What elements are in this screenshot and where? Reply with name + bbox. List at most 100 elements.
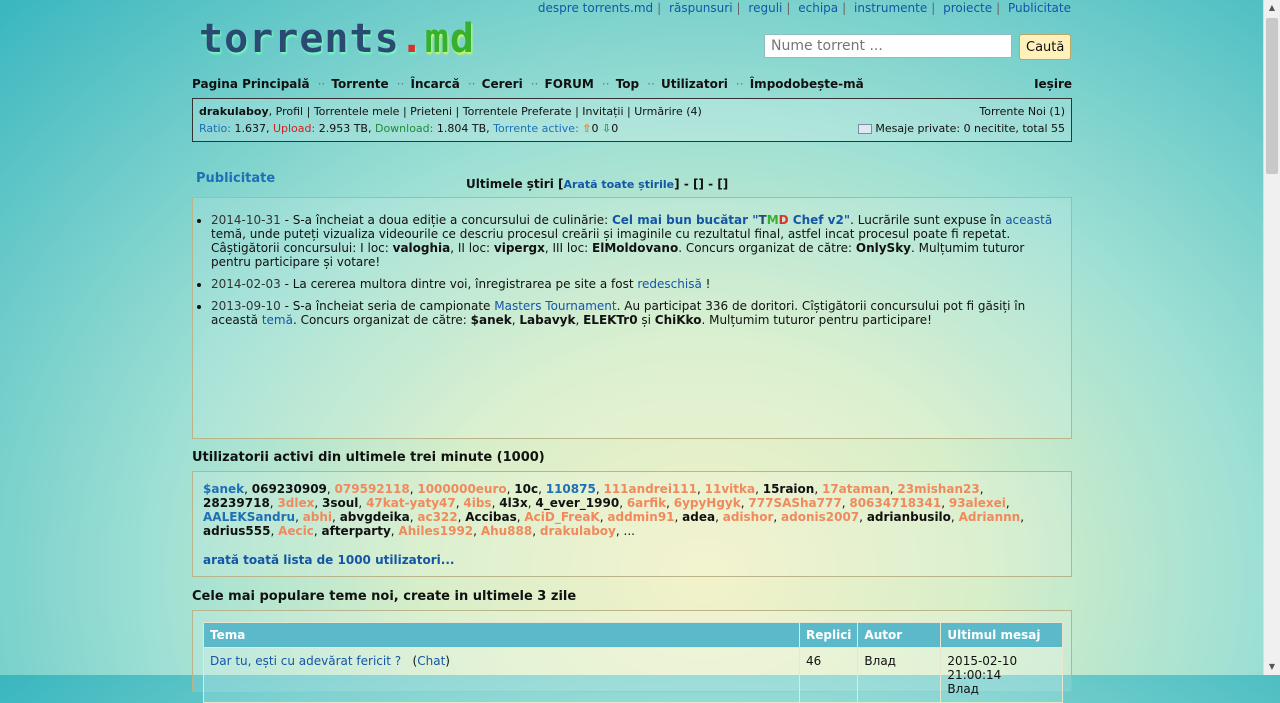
topic-category-link[interactable]: Chat [417, 654, 445, 668]
active-user-link[interactable]: 069230909 [252, 482, 327, 496]
active-user-link[interactable]: addmin91 [607, 510, 674, 524]
download-label: Download: [374, 122, 434, 135]
active-user-link[interactable]: 93alexei [949, 496, 1006, 510]
search-button[interactable]: Caută [1019, 34, 1071, 60]
active-user-link[interactable]: 80634718341 [849, 496, 941, 510]
topic-link[interactable]: Dar tu, ești cu adevărat fericit ? [210, 654, 401, 668]
active-user-link[interactable]: Ahiles1992 [398, 524, 473, 538]
active-user-link[interactable]: abhi [303, 510, 332, 524]
private-messages-text: Mesaje private: 0 necitite, total 55 [875, 122, 1065, 135]
show-all-users-link[interactable]: arată toată lista de 1000 utilizatori... [203, 553, 454, 567]
upload-value: 2.953 TB [318, 122, 368, 135]
active-user-link[interactable]: adonis2007 [781, 510, 859, 524]
active-user-link[interactable]: AciD_FreaK [524, 510, 599, 524]
search-input[interactable] [764, 34, 1012, 58]
active-user-link[interactable]: adrianbusilo [867, 510, 951, 524]
active-user-link[interactable]: 1000000euro [417, 482, 506, 496]
link-torrentele-preferate[interactable]: Torrentele Preferate [463, 105, 572, 118]
nav-home[interactable]: Pagina Principală [192, 77, 310, 91]
active-user-link[interactable]: 3soul [322, 496, 358, 510]
active-user-link[interactable]: ac322 [417, 510, 457, 524]
link-prieteni[interactable]: Prieteni [410, 105, 452, 118]
winner-2[interactable]: vipergx [494, 241, 545, 255]
news-link-redeschisa[interactable]: redeschisă [637, 277, 701, 291]
page-scrollbar[interactable]: ▲ ▼ [1263, 0, 1280, 675]
news-link-tema2[interactable]: temă [262, 313, 293, 327]
news-link-chef[interactable]: Cel mai bun bucătar "TMD Chef v2" [612, 213, 850, 227]
top-link-reguli[interactable]: reguli [748, 1, 782, 15]
nav-torrente[interactable]: Torrente [331, 77, 388, 91]
active-user-link[interactable]: afterparty [322, 524, 391, 538]
top-link-echipa[interactable]: echipa [798, 1, 838, 15]
active-user-link[interactable]: 3dlex [277, 496, 314, 510]
active-user-link[interactable]: AALEKSandru [203, 510, 295, 524]
active-user-link[interactable]: Ahu888 [481, 524, 532, 538]
active-user-link[interactable]: $anek [203, 482, 244, 496]
top-link-despre[interactable]: despre torrents.md [538, 1, 653, 15]
organizer[interactable]: ChiKko [655, 313, 702, 327]
active-user-link[interactable]: 111andrei111 [603, 482, 697, 496]
news-link-masters[interactable]: Masters Tournament [494, 299, 616, 313]
active-user-link[interactable]: adishor [723, 510, 774, 524]
top-link-proiecte[interactable]: proiecte [943, 1, 992, 15]
active-user-link[interactable]: 11vitka [705, 482, 755, 496]
organizer[interactable]: ELEKTr0 [583, 313, 637, 327]
active-user-link[interactable]: adrius555 [203, 524, 270, 538]
top-link-publicitate[interactable]: Publicitate [1008, 1, 1071, 15]
username[interactable]: drakulaboy [199, 105, 269, 118]
private-messages[interactable]: Mesaje private: 0 necitite, total 55 [858, 122, 1065, 135]
top-link-raspunsuri[interactable]: răspunsuri [669, 1, 733, 15]
nav-logout[interactable]: Ieșire [1034, 77, 1072, 91]
nav-forum[interactable]: FORUM [545, 77, 594, 91]
active-user-link[interactable]: Aecic [278, 524, 314, 538]
scroll-down-icon[interactable]: ▼ [1264, 659, 1280, 675]
winner-1[interactable]: valoghia [393, 241, 451, 255]
active-user-link[interactable]: 110875 [546, 482, 596, 496]
upload-label: Upload: [272, 122, 316, 135]
active-user-link[interactable]: drakulaboy [540, 524, 616, 538]
news-show-all[interactable]: Arată toate știrile [563, 178, 674, 191]
active-user-link[interactable]: 17ataman [822, 482, 890, 496]
top-link-instrumente[interactable]: instrumente [854, 1, 927, 15]
author-cell[interactable]: Влад [857, 647, 942, 703]
nav-incarca[interactable]: Încarcă [410, 77, 459, 91]
envelope-icon [858, 124, 873, 134]
link-profil[interactable]: Profil [276, 105, 303, 118]
link-torrentele-mele[interactable]: Torrentele mele [314, 105, 400, 118]
active-user-link[interactable]: 15raion [763, 482, 815, 496]
winner-3[interactable]: ElMoldovano [592, 241, 678, 255]
active-user-link[interactable]: 28239718 [203, 496, 270, 510]
active-user-link[interactable]: 10c [514, 482, 538, 496]
nav-cereri[interactable]: Cereri [482, 77, 523, 91]
active-user-link[interactable]: Adriannn [959, 510, 1021, 524]
active-user-link[interactable]: adea [682, 510, 715, 524]
active-user-link[interactable]: 6ypyHgyk [674, 496, 741, 510]
link-urmarire[interactable]: Urmărire (4) [634, 105, 702, 118]
nav-utilizatori[interactable]: Utilizatori [661, 77, 728, 91]
active-user-link[interactable]: abvgdeika [340, 510, 410, 524]
active-user-link[interactable]: 23mishan23 [897, 482, 979, 496]
site-logo[interactable]: torrents.md [199, 16, 475, 62]
link-invitatii[interactable]: Invitații [582, 105, 623, 118]
new-torrents-link[interactable]: Torrente Noi (1) [979, 105, 1065, 118]
organizer[interactable]: $anek [471, 313, 512, 327]
logo-text: torrents [199, 16, 400, 62]
active-user-link[interactable]: 777SASha777 [748, 496, 841, 510]
active-user-link[interactable]: 4l3x [499, 496, 528, 510]
organizer[interactable]: Labavyk [519, 313, 575, 327]
arrow-down-icon: ⇩ [602, 122, 612, 135]
organizer[interactable]: OnlySky [856, 241, 911, 255]
nav-top[interactable]: Top [616, 77, 639, 91]
active-user-link[interactable]: 4ibs [463, 496, 491, 510]
scroll-up-icon[interactable]: ▲ [1264, 0, 1280, 16]
active-user-link[interactable]: Accibas [465, 510, 516, 524]
nav-impodobeste[interactable]: Împodobește-mă [750, 77, 864, 91]
news-link-tema[interactable]: această [1005, 213, 1052, 227]
active-user-link[interactable]: 079592118 [335, 482, 410, 496]
scroll-thumb[interactable] [1266, 18, 1278, 174]
publicitate-link[interactable]: Publicitate [196, 171, 275, 186]
last-message-author[interactable]: Влад [947, 682, 979, 696]
active-user-link[interactable]: 4_ever_1990 [535, 496, 619, 510]
active-user-link[interactable]: 6arfik [627, 496, 666, 510]
active-user-link[interactable]: 47kat-yaty47 [366, 496, 456, 510]
